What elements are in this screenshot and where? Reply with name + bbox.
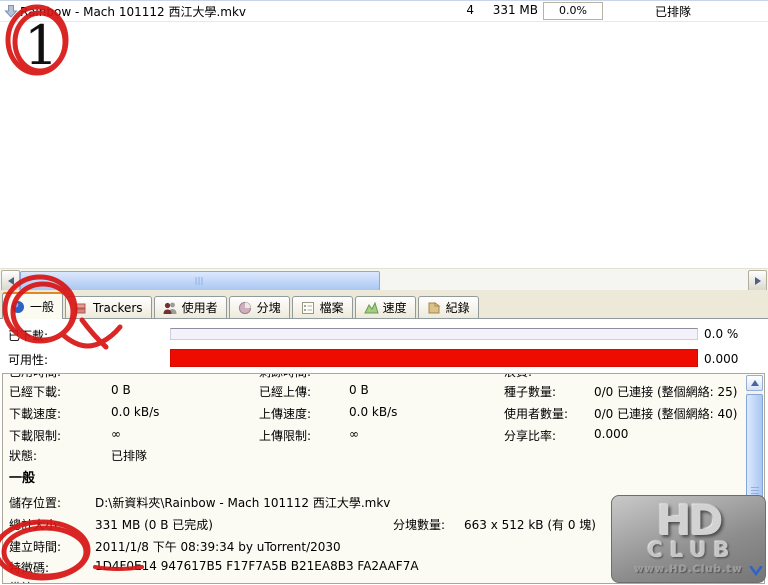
torrent-row[interactable]: Rainbow - Mach 101112 西江大學.mkv 4 331 MB … bbox=[0, 2, 768, 20]
downloaded-label: 已下載: bbox=[8, 329, 49, 343]
tab-files[interactable]: 檔案 bbox=[291, 296, 353, 318]
tab-label: Trackers bbox=[93, 300, 143, 315]
scroll-up-button[interactable] bbox=[746, 375, 763, 391]
tab-pieces[interactable]: 分塊 bbox=[228, 296, 290, 318]
downloaded-amount-value: 0 B bbox=[111, 383, 131, 397]
uploaded-amount-label: 已經上傳: bbox=[259, 385, 312, 399]
left-arrow-icon bbox=[7, 277, 14, 285]
total-size-value: 331 MB (0 B 已完成) bbox=[95, 518, 213, 532]
hash-value: 1D4F0E14 947617B5 F17F7A5B B21EA8B3 FA2A… bbox=[95, 559, 419, 573]
created-on-label: 建立時間: bbox=[9, 540, 62, 554]
up-arrow-icon bbox=[750, 380, 759, 386]
tab-label: 紀錄 bbox=[445, 301, 470, 315]
tab-label: 一般 bbox=[30, 300, 55, 314]
torrent-size: 331 MB bbox=[492, 3, 538, 17]
share-ratio-label: 分享比率: bbox=[504, 429, 557, 443]
pieces-value: 663 x 512 kB (有 0 塊) bbox=[464, 518, 596, 532]
right-arrow-icon bbox=[754, 277, 761, 285]
seeds-label: 種子數量: bbox=[504, 385, 557, 399]
save-location-label: 儲存位置: bbox=[9, 496, 62, 510]
horizontal-scrollbar-thumb[interactable] bbox=[20, 271, 380, 291]
total-size-label: 總計大小: bbox=[9, 518, 62, 532]
hdclub-logo: HD bbox=[656, 495, 723, 545]
tab-label: 使用者 bbox=[181, 301, 218, 315]
pie-chart-icon bbox=[238, 301, 253, 315]
availability-label: 可用性: bbox=[8, 353, 49, 367]
horizontal-scrollbar[interactable] bbox=[0, 268, 768, 292]
globe-icon bbox=[11, 300, 26, 314]
tab-general[interactable]: 一般 bbox=[2, 292, 64, 319]
wasted-label-clipped: 浪費: bbox=[504, 374, 532, 380]
availability-bar bbox=[170, 349, 698, 367]
seeds-value: 0/0 已連接 (整個網絡: 25) bbox=[594, 385, 738, 399]
status-value: 已排隊 bbox=[111, 449, 148, 463]
elapsed-label-clipped: 已用時間: bbox=[9, 374, 61, 380]
tracker-server-icon bbox=[74, 301, 89, 315]
speed-graph-icon bbox=[363, 301, 379, 315]
scroll-right-button[interactable] bbox=[748, 270, 767, 292]
general-section-header: 一般 bbox=[9, 471, 36, 486]
download-limit-label: 下載限制: bbox=[9, 429, 62, 443]
comment-label-clipped: 備註: bbox=[9, 579, 37, 583]
tab-speed[interactable]: 速度 bbox=[354, 296, 416, 318]
upload-limit-value: ∞ bbox=[349, 427, 359, 441]
torrent-progress-cell: 0.0% bbox=[543, 2, 603, 20]
availability-value: 0.000 bbox=[704, 352, 739, 366]
downloaded-amount-label: 已經下載: bbox=[9, 385, 62, 399]
hdclub-watermark: HD CLUB www.HD.Club.tw bbox=[611, 495, 766, 583]
hdclub-club-text: CLUB bbox=[647, 538, 737, 563]
upload-limit-label: 上傳限制: bbox=[259, 429, 312, 443]
hash-label: 特徵碼: bbox=[9, 561, 50, 575]
downloaded-progress-bar bbox=[170, 328, 698, 340]
scroll-left-button[interactable] bbox=[1, 270, 20, 292]
share-ratio-value: 0.000 bbox=[594, 427, 629, 441]
tab-trackers[interactable]: Trackers bbox=[65, 296, 152, 318]
tab-label: 分塊 bbox=[256, 301, 281, 315]
status-label: 狀態: bbox=[9, 449, 38, 463]
detail-tab-bar: 一般 Trackers 使用者 分塊 檔案 速度 紀錄 bbox=[0, 290, 768, 319]
log-book-icon bbox=[427, 301, 442, 315]
users-icon bbox=[163, 301, 178, 315]
watermark-down-chevron-icon bbox=[749, 566, 763, 576]
upload-speed-label: 上傳速度: bbox=[259, 407, 312, 421]
annotation-number: 1 bbox=[24, 14, 58, 77]
torrent-status: 已排隊 bbox=[655, 5, 692, 19]
download-speed-label: 下載速度: bbox=[9, 407, 62, 421]
queued-download-arrow-icon bbox=[4, 4, 18, 18]
download-limit-value: ∞ bbox=[111, 427, 121, 441]
thumb-grip bbox=[195, 277, 205, 285]
downloaded-percent: 0.0 % bbox=[704, 327, 739, 341]
pieces-label: 分塊數量: bbox=[393, 518, 446, 532]
file-list-icon bbox=[301, 301, 316, 315]
list-top-border bbox=[0, 0, 768, 1]
created-on-value: 2011/1/8 下午 08:39:34 by uTorrent/2030 bbox=[95, 540, 341, 554]
tab-logger[interactable]: 紀錄 bbox=[417, 296, 479, 318]
torrent-progress-value: 0.0% bbox=[559, 4, 587, 17]
tab-label: 檔案 bbox=[319, 301, 344, 315]
download-speed-value: 0.0 kB/s bbox=[111, 405, 160, 419]
peers-label: 使用者數量: bbox=[504, 407, 569, 421]
save-location-value: D:\新資料夾\Rainbow - Mach 101112 西江大學.mkv bbox=[95, 496, 391, 510]
tab-peers[interactable]: 使用者 bbox=[153, 296, 227, 318]
hdclub-url: www.HD.Club.tw bbox=[634, 564, 743, 576]
upload-speed-value: 0.0 kB/s bbox=[349, 405, 398, 419]
torrent-peers: 4 bbox=[466, 3, 474, 17]
peers-value: 0/0 已連接 (整個網絡: 40) bbox=[594, 407, 738, 421]
tab-label: 速度 bbox=[382, 301, 407, 315]
row-separator bbox=[0, 21, 768, 22]
remaining-label-clipped: 剩餘時間: bbox=[259, 374, 311, 380]
torrent-name: Rainbow - Mach 101112 西江大學.mkv bbox=[20, 5, 247, 19]
uploaded-amount-value: 0 B bbox=[349, 383, 369, 397]
